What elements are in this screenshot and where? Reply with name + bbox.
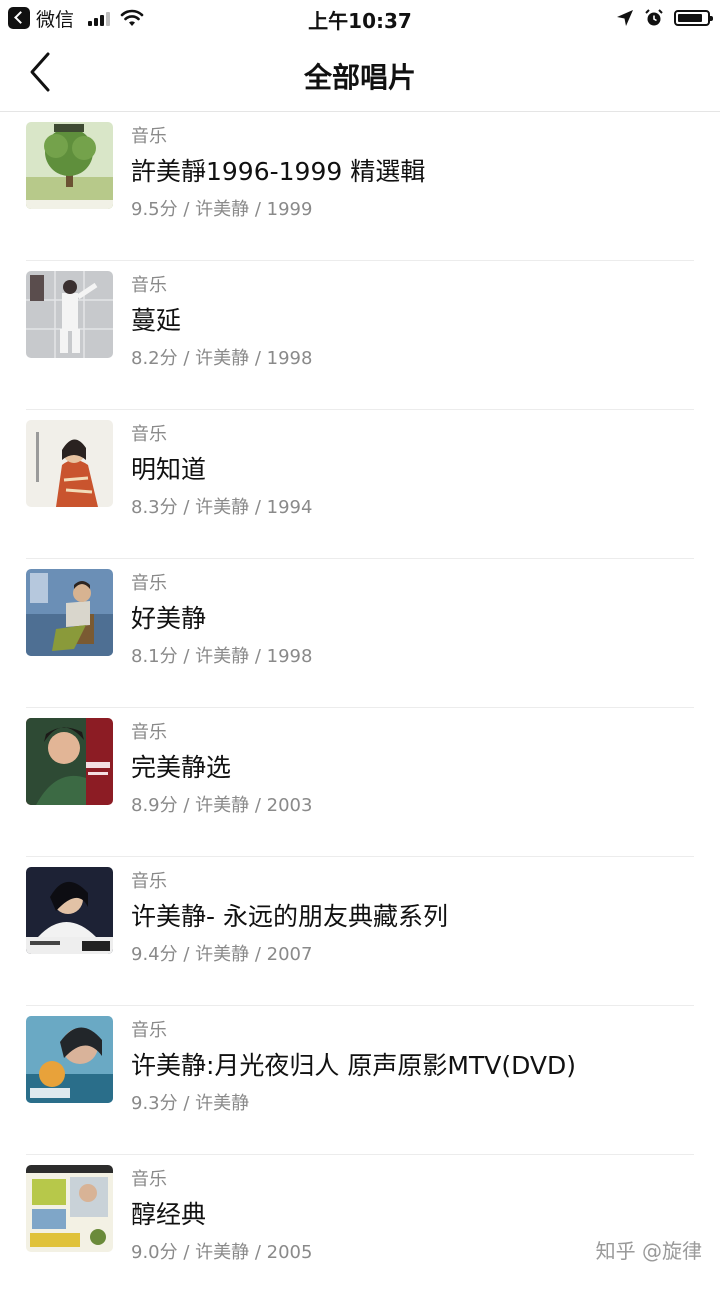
record-category: 音乐 <box>131 126 167 147</box>
cellular-signal-icon <box>88 10 111 26</box>
album-cover <box>26 867 113 954</box>
record-info: 8.2分 / 许美静 / 1998 <box>131 348 313 369</box>
record-title: 完美静选 <box>131 753 232 782</box>
back-app-label[interactable]: 微信 <box>36 5 74 32</box>
battery-icon <box>674 10 713 26</box>
record-title: 好美静 <box>131 604 207 633</box>
record-info: 9.0分 / 许美静 / 2005 <box>131 1242 313 1263</box>
record-info: 9.5分 / 许美静 / 1999 <box>131 199 313 220</box>
record-info: 9.3分 / 许美静 <box>131 1093 250 1114</box>
record-info: 8.9分 / 许美静 / 2003 <box>131 795 313 816</box>
record-category: 音乐 <box>131 871 167 892</box>
navigation-bar: 全部唱片 <box>0 36 720 112</box>
record-title: 許美靜1996-1999 精選輯 <box>131 157 426 186</box>
record-category: 音乐 <box>131 722 167 743</box>
list-item[interactable]: 音乐 明知道 8.3分 / 许美静 / 1994 <box>0 410 720 559</box>
status-left: 微信 <box>8 5 144 32</box>
wifi-icon <box>120 9 144 26</box>
record-title: 许美静- 永远的朋友典藏系列 <box>131 902 448 931</box>
album-cover <box>26 420 113 507</box>
record-category: 音乐 <box>131 573 167 594</box>
record-title: 明知道 <box>131 455 207 484</box>
record-info: 8.3分 / 许美静 / 1994 <box>131 497 313 518</box>
record-list: 音乐 許美靜1996-1999 精選輯 9.5分 / 许美静 / 1999 音乐… <box>0 112 720 1304</box>
alarm-icon <box>645 9 663 26</box>
watermark: 知乎 @旋律 <box>595 1239 702 1263</box>
list-item[interactable]: 音乐 完美静选 8.9分 / 许美静 / 2003 <box>0 708 720 857</box>
record-title: 蔓延 <box>131 306 182 335</box>
record-category: 音乐 <box>131 424 167 445</box>
list-item[interactable]: 音乐 蔓延 8.2分 / 许美静 / 1998 <box>0 261 720 410</box>
list-item[interactable]: 音乐 许美静- 永远的朋友典藏系列 9.4分 / 许美静 / 2007 <box>0 857 720 1006</box>
album-cover <box>26 569 113 656</box>
record-info: 8.1分 / 许美静 / 1998 <box>131 646 313 667</box>
record-info: 9.4分 / 许美静 / 2007 <box>131 944 313 965</box>
album-cover <box>26 122 113 209</box>
album-cover <box>26 271 113 358</box>
album-cover <box>26 1016 113 1103</box>
location-arrow-icon <box>617 10 633 26</box>
status-right <box>616 6 713 30</box>
list-item[interactable]: 音乐 醇经典 9.0分 / 许美静 / 2005 <box>0 1155 720 1304</box>
record-category: 音乐 <box>131 1020 167 1041</box>
list-item[interactable]: 音乐 许美静:月光夜归人 原声原影MTV(DVD) 9.3分 / 许美静 <box>0 1006 720 1155</box>
list-item[interactable]: 音乐 許美靜1996-1999 精選輯 9.5分 / 许美静 / 1999 <box>0 112 720 261</box>
back-to-app-icon[interactable] <box>8 7 30 29</box>
record-category: 音乐 <box>131 275 167 296</box>
list-item[interactable]: 音乐 好美静 8.1分 / 许美静 / 1998 <box>0 559 720 708</box>
album-cover <box>26 1165 113 1252</box>
status-bar: 微信 上午10:37 <box>0 0 720 36</box>
record-category: 音乐 <box>131 1169 167 1190</box>
album-cover <box>26 718 113 805</box>
record-title: 许美静:月光夜归人 原声原影MTV(DVD) <box>131 1051 576 1080</box>
page-title: 全部唱片 <box>303 61 416 94</box>
record-title: 醇经典 <box>131 1200 207 1229</box>
